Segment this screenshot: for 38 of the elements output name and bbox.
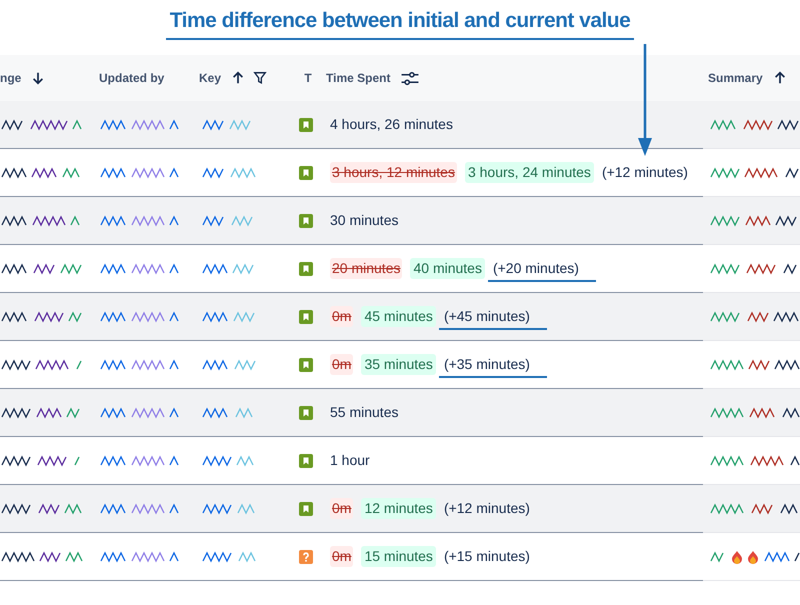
old-time-value: 0m [330,546,354,567]
time-spent-value: 1 hour [330,451,370,470]
new-time-value: 3 hours, 24 minutes [464,162,594,183]
time-difference: (+35 minutes) [444,354,530,375]
sort-down-icon[interactable] [31,71,46,85]
time-difference: (+45 minutes) [444,306,530,327]
time-difference: (+12 minutes) [444,499,530,518]
sort-up-icon[interactable] [231,71,246,85]
time-spent-value: 30 minutes [330,211,398,230]
redacted-key-drawing [201,166,257,178]
old-time-value: 20 minutes [330,258,402,279]
old-time-value: 3 hours, 12 minutes [330,162,457,183]
new-time-value: 45 minutes [361,306,436,327]
new-time-value: 35 minutes [361,354,436,375]
new-time-value: 40 minutes [410,258,485,279]
column-header[interactable]: nge [0,69,22,87]
filter-icon[interactable] [253,71,268,85]
redacted-key-drawing [201,358,257,370]
old-time-value: 0m [330,354,354,375]
redacted-key-drawing [201,502,257,514]
old-time-value: 0m [330,306,354,327]
sliders-icon[interactable] [400,70,420,86]
column-header[interactable]: Time Spent [326,69,390,87]
column-header[interactable]: T [304,69,312,87]
time-difference: (+20 minutes) [492,258,579,279]
time-difference: (+12 minutes) [602,162,688,183]
old-time-value: 0m [330,498,354,519]
time-difference: (+15 minutes) [444,547,530,566]
time-spent-value: 55 minutes [330,403,398,422]
redacted-text-drawing [763,550,800,562]
redacted-key-drawing [201,310,257,322]
new-time-value: 15 minutes [361,546,436,567]
column-header[interactable]: Key [199,69,222,87]
annotation-title: Time difference between initial and current value [166,8,634,40]
sort-up-icon[interactable] [772,71,787,85]
new-time-value: 12 minutes [361,498,436,519]
redacted-key-drawing [201,550,257,562]
time-spent-value: 4 hours, 26 minutes [330,115,453,134]
